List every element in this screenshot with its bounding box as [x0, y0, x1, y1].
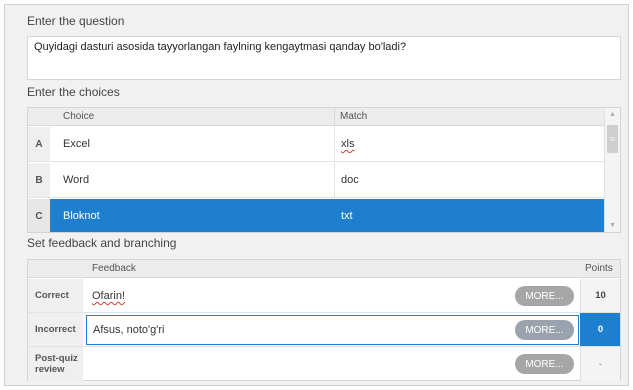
points-post-quiz: -	[580, 347, 620, 381]
choice-text: Bloknot	[63, 210, 100, 222]
choices-section-title: Enter the choices	[27, 85, 120, 99]
match-cell[interactable]: doc	[334, 163, 605, 197]
grip-icon: ≡	[609, 134, 616, 144]
feedback-input-incorrect[interactable]: Afsus, noto'g'ri	[86, 315, 579, 345]
header-divider	[334, 108, 335, 126]
match-cell[interactable]: txt	[334, 199, 605, 232]
choice-cell[interactable]: Word	[50, 163, 334, 197]
choice-letter: A	[28, 127, 50, 161]
choice-text: Excel	[63, 138, 90, 150]
choice-row-c[interactable]: C Bloknot txt	[28, 199, 605, 232]
match-text: xls	[341, 138, 355, 150]
choice-cell[interactable]: Bloknot	[50, 199, 334, 232]
feedback-section-title: Set feedback and branching	[27, 236, 177, 250]
feedback-text: Afsus, noto'g'ri	[93, 324, 165, 336]
question-editor-panel: Enter the question Quyidagi dasturi asos…	[4, 4, 629, 386]
choices-table-header: Choice Match	[28, 108, 605, 126]
choice-cell[interactable]: Excel	[50, 127, 334, 161]
choices-table: Choice Match A Excel xls B Word doc C Bl…	[27, 107, 621, 233]
feedback-row-incorrect: Incorrect Afsus, noto'g'ri MORE... 0	[28, 313, 620, 347]
feedback-row-label: Post-quiz review	[28, 347, 83, 381]
choice-letter: B	[28, 163, 50, 197]
more-button-incorrect[interactable]: MORE...	[515, 320, 574, 340]
points-correct[interactable]: 10	[580, 279, 620, 312]
choice-letter: C	[28, 199, 50, 232]
feedback-row-correct: Correct Ofarin! MORE... 10	[28, 279, 620, 313]
feedback-table-header: Feedback Points	[28, 260, 620, 278]
match-cell[interactable]: xls	[334, 127, 605, 161]
scrollbar-thumb[interactable]: ≡	[607, 125, 618, 153]
feedback-row-post-quiz: Post-quiz review MORE... -	[28, 347, 620, 381]
choice-row-b[interactable]: B Word doc	[28, 163, 605, 198]
choice-text: Word	[63, 174, 90, 186]
feedback-row-label: Correct	[28, 279, 83, 312]
match-text: doc	[341, 174, 359, 186]
more-button-correct[interactable]: MORE...	[515, 286, 574, 306]
question-text: Quyidagi dasturi asosida tayyorlangan fa…	[34, 41, 407, 53]
feedback-input-post-quiz[interactable]	[86, 349, 579, 379]
more-button-post-quiz[interactable]: MORE...	[515, 354, 574, 374]
feedback-table: Feedback Points Correct Ofarin! MORE... …	[27, 259, 621, 381]
points-column-header: Points	[585, 263, 613, 274]
question-input[interactable]: Quyidagi dasturi asosida tayyorlangan fa…	[27, 36, 621, 80]
scroll-up-icon[interactable]: ▲	[609, 111, 616, 118]
feedback-column-header: Feedback	[92, 263, 136, 274]
choices-scrollbar[interactable]: ▲ ≡ ▼	[604, 108, 620, 232]
choice-row-a[interactable]: A Excel xls	[28, 127, 605, 162]
feedback-text: Ofarin!	[92, 290, 126, 302]
match-column-header: Match	[340, 111, 368, 122]
question-section-title: Enter the question	[27, 14, 125, 28]
feedback-row-label: Incorrect	[28, 313, 83, 346]
choice-column-header: Choice	[63, 111, 95, 122]
scroll-down-icon[interactable]: ▼	[609, 222, 616, 229]
points-incorrect[interactable]: 0	[580, 313, 620, 346]
match-text: txt	[341, 210, 353, 222]
feedback-input-correct[interactable]: Ofarin!	[86, 281, 579, 311]
